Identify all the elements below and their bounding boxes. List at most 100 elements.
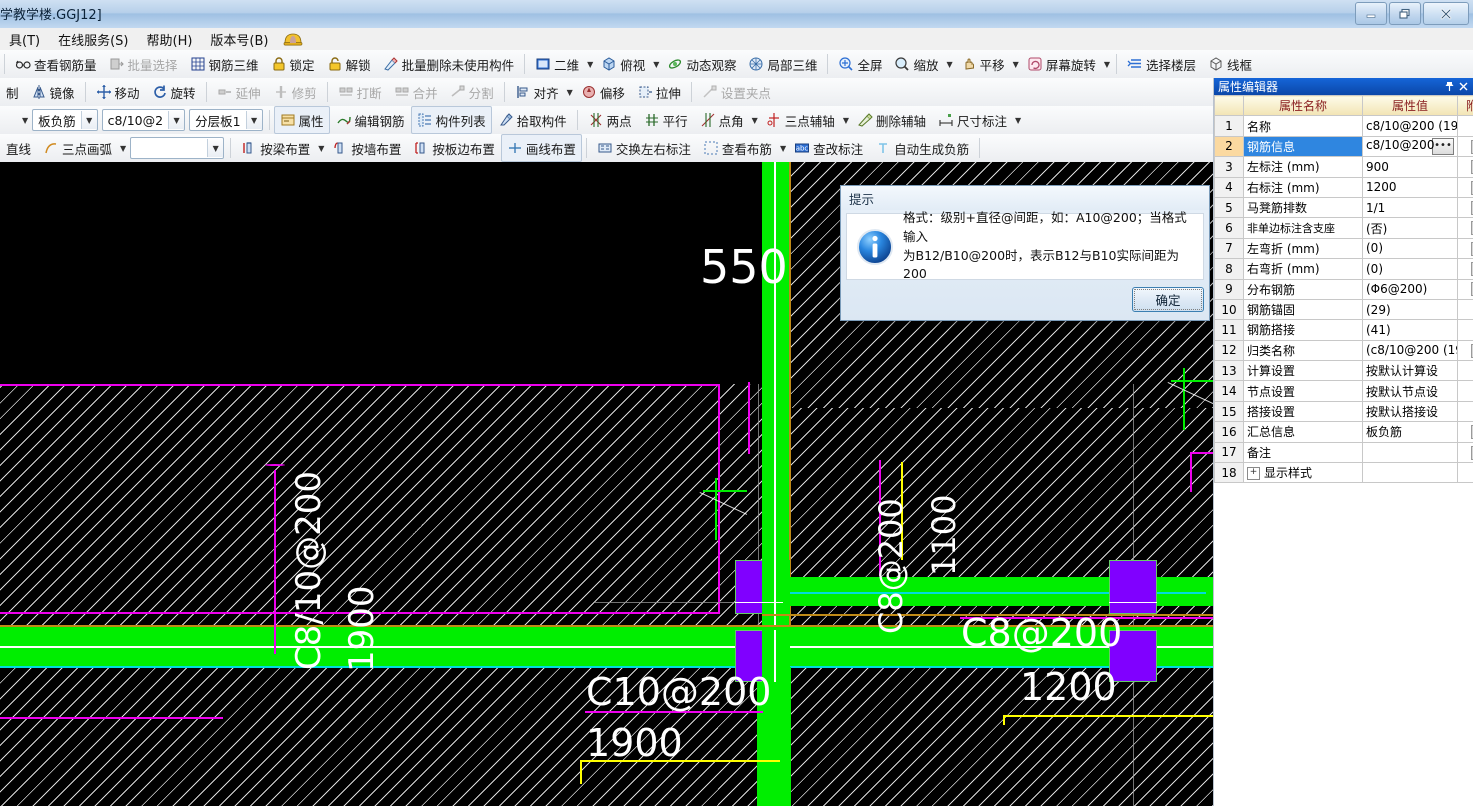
row-attach[interactable]	[1457, 380, 1473, 402]
chevron-down-icon[interactable]: ▼	[945, 60, 955, 69]
table-row[interactable]: 7 左弯折 (mm) (0)	[1214, 237, 1473, 260]
row-property-value[interactable]: 按默认计算设	[1362, 360, 1458, 382]
table-row[interactable]: 13 计算设置 按默认计算设	[1214, 360, 1473, 382]
table-row[interactable]: 11 钢筋搭接 (41)	[1214, 319, 1473, 341]
row-property-value[interactable]: (Φ6@200)	[1362, 278, 1458, 300]
chevron-down-icon[interactable]: ▼	[750, 116, 760, 125]
toolbar-button-dimension[interactable]: 尺寸标注	[932, 106, 1013, 134]
toolbar-button-auto-negative-rebar[interactable]: 自动生成负筋	[869, 134, 975, 162]
close-icon[interactable]	[1456, 80, 1470, 94]
row-attach[interactable]	[1457, 156, 1473, 178]
row-property-value[interactable]: 900	[1362, 156, 1458, 178]
toolbar-button-stretch[interactable]: 拉伸	[631, 78, 687, 106]
row-attach[interactable]	[1457, 278, 1473, 300]
table-row[interactable]: 3 左标注 (mm) 900	[1214, 156, 1473, 178]
toolbar-button-three-point-arc[interactable]: 三点画弧	[37, 134, 118, 162]
toolbar-button-swap-annotation[interactable]: 交换左右标注	[591, 134, 697, 162]
row-property-value[interactable]: 1200	[1362, 176, 1458, 198]
table-row[interactable]: 15 搭接设置 按默认搭接设	[1214, 400, 1473, 423]
toolbar-button-wireframe[interactable]: 线框	[1202, 50, 1258, 78]
row-attach[interactable]	[1457, 339, 1473, 362]
toolbar-button-view-rebar-layout[interactable]: 查看布筋	[697, 134, 778, 162]
toolbar-button-break[interactable]: 打断	[332, 78, 388, 106]
row-attach[interactable]	[1457, 176, 1473, 198]
chevron-down-icon[interactable]: ▼	[118, 144, 128, 153]
toolbar-button-merge[interactable]: 合并	[388, 78, 444, 106]
table-row[interactable]: 8 右弯折 (mm) (0)	[1214, 258, 1473, 280]
toolbar-button-rotate[interactable]: 旋转	[146, 78, 202, 106]
toolbar-button-straight-line[interactable]: 直线	[0, 134, 37, 162]
toolbar-button-topview[interactable]: 俯视	[595, 50, 651, 78]
chevron-down-icon[interactable]: ▼	[841, 116, 851, 125]
toolbar-button-view-rebar-qty[interactable]: 查看钢筋量	[9, 50, 103, 78]
minimize-button[interactable]	[1355, 2, 1387, 25]
chevron-down-icon[interactable]: ▼	[651, 60, 661, 69]
row-property-value[interactable]: 按默认节点设	[1362, 380, 1458, 402]
menu-version[interactable]: 版本号(B)	[201, 28, 277, 51]
toolbar-button-component-list[interactable]: 构件列表	[410, 106, 492, 134]
toolbar-button-select-floor[interactable]: 选择楼层	[1121, 50, 1202, 78]
toolbar-button-by-slab-edge[interactable]: 按板边布置	[407, 134, 501, 162]
row-attach[interactable]	[1457, 135, 1473, 158]
toolbar-button-local-3d[interactable]: 局部三维	[742, 50, 823, 78]
chevron-down-icon[interactable]: ▼	[168, 111, 185, 129]
row-attach[interactable]	[1457, 360, 1473, 382]
layer-combo[interactable]: 分层板1 ▼	[189, 109, 263, 131]
row-attach[interactable]	[1457, 400, 1473, 423]
toolbar-button-by-beam[interactable]: 按梁布置	[235, 134, 316, 162]
toolbar-button-pick-component[interactable]: 拾取构件	[492, 106, 573, 134]
toolbar-button-orbit[interactable]: 动态观察	[661, 50, 742, 78]
toolbar-button-unlock[interactable]: 解锁	[321, 50, 377, 78]
toolbar-button-screen-rotate[interactable]: 屏幕旋转	[1021, 50, 1102, 78]
row-property-value[interactable]: (0)	[1362, 237, 1458, 260]
row-property-value[interactable]: 板负筋	[1362, 421, 1458, 443]
table-row[interactable]: 2 钢筋信息 ••• c8/10@200	[1214, 135, 1473, 158]
toolbar-button-three-point-axis[interactable]: 三点辅轴	[760, 106, 841, 134]
chevron-down-icon[interactable]: ▼	[565, 88, 575, 97]
row-property-value[interactable]: 1/1	[1362, 196, 1458, 219]
chevron-down-icon[interactable]: ▼	[207, 139, 224, 157]
table-row[interactable]: 5 马凳筋排数 1/1	[1214, 196, 1473, 219]
toolbar-button-edit-annotation[interactable]: abc 查改标注	[788, 134, 869, 162]
chevron-down-icon[interactable]: ▼	[778, 144, 788, 153]
draw-option-combo[interactable]: ▼	[130, 137, 225, 159]
table-row[interactable]: 6 非单边标注含支座 (否)	[1214, 217, 1473, 239]
table-row[interactable]: 10 钢筋锚固 (29)	[1214, 298, 1473, 321]
toolbar-button-extend[interactable]: 延伸	[211, 78, 267, 106]
toolbar-button-properties[interactable]: 属性	[273, 106, 330, 134]
row-property-value[interactable]: 按默认搭接设	[1362, 400, 1458, 423]
toolbar-button-point-angle[interactable]: 点角	[694, 106, 750, 134]
table-row[interactable]: 9 分布钢筋 (Φ6@200)	[1214, 278, 1473, 300]
row-property-value-editor[interactable]: ••• c8/10@200	[1362, 135, 1458, 158]
toolbar-button-parallel[interactable]: 平行	[638, 106, 694, 134]
row-attach[interactable]	[1457, 319, 1473, 341]
table-row[interactable]: 16 汇总信息 板负筋	[1214, 421, 1473, 443]
toolbar-button-2d[interactable]: 二维	[529, 50, 585, 78]
chevron-down-icon[interactable]: ▼	[316, 144, 326, 153]
row-property-value[interactable]: (41)	[1362, 319, 1458, 341]
row-property-value[interactable]: (29)	[1362, 298, 1458, 321]
toolbar-button-two-point[interactable]: 两点	[582, 106, 638, 134]
component-name-combo[interactable]: c8/10@2 ▼	[101, 109, 186, 131]
chevron-down-icon[interactable]: ▼	[585, 60, 595, 69]
dialog-ok-button[interactable]: 确定	[1132, 286, 1204, 312]
row-attach[interactable]	[1457, 298, 1473, 321]
toolbar-button-split[interactable]: 分割	[444, 78, 500, 106]
chevron-down-icon[interactable]: ▼	[1102, 60, 1112, 69]
row-attach[interactable]	[1457, 441, 1473, 464]
table-row[interactable]: 17 备注	[1214, 441, 1473, 464]
row-property-value[interactable]: c8/10@200 (190	[1362, 115, 1458, 137]
menu-tools[interactable]: 具(T)	[0, 28, 49, 51]
pin-icon[interactable]	[1442, 80, 1456, 94]
close-button[interactable]	[1423, 2, 1469, 25]
table-row[interactable]: 12 归类名称 (c8/10@200 (19	[1214, 339, 1473, 362]
toolbar-button-set-grip[interactable]: 设置夹点	[696, 78, 777, 106]
toolbar-button-align[interactable]: 对齐	[509, 78, 565, 106]
chevron-down-icon[interactable]: ▼	[80, 111, 97, 129]
row-attach[interactable]	[1457, 217, 1473, 239]
chevron-down-icon[interactable]: ▼	[20, 116, 30, 125]
toolbar-button-draw-line[interactable]: 画线布置	[500, 134, 582, 162]
table-row[interactable]: 18 + 显示样式	[1214, 462, 1473, 484]
row-property-value[interactable]: (否)	[1362, 217, 1458, 239]
row-attach[interactable]	[1457, 258, 1473, 280]
